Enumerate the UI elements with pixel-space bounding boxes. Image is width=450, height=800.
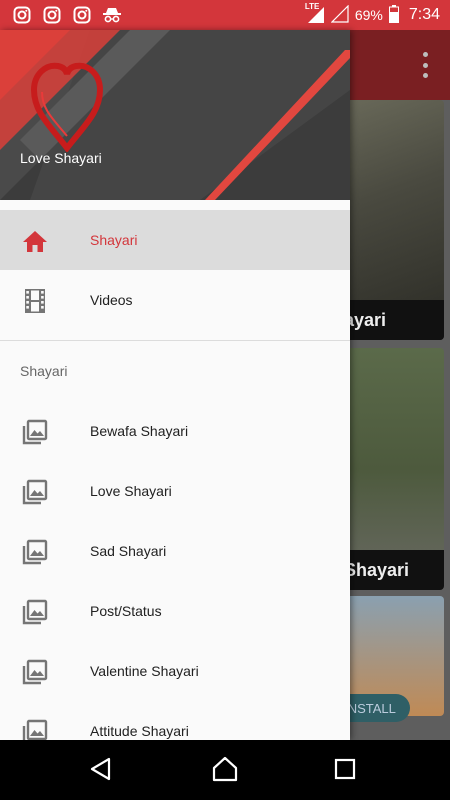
menu-item-sad-shayari[interactable]: Sad Shayari <box>0 521 350 581</box>
film-icon <box>22 288 48 314</box>
menu-item-videos[interactable]: Videos <box>0 270 350 330</box>
back-triangle-icon <box>89 757 113 786</box>
navigation-drawer[interactable]: Love Shayari Shayari Videos Shayari Bewa… <box>0 30 350 740</box>
back-button[interactable] <box>88 757 114 786</box>
menu-item-post-status[interactable]: Post/Status <box>0 581 350 641</box>
menu-item-label: Bewafa Shayari <box>90 423 189 439</box>
system-navigation-bar <box>0 740 450 800</box>
menu-item-bewafa-shayari[interactable]: Bewafa Shayari <box>0 401 350 461</box>
menu-item-label: Sad Shayari <box>90 543 167 559</box>
app-title: Love Shayari <box>20 150 102 166</box>
instagram-icon <box>12 5 32 25</box>
image-library-icon <box>22 719 48 740</box>
image-library-icon <box>22 659 48 685</box>
notification-icons <box>12 5 122 25</box>
menu-item-love-shayari[interactable]: Love Shayari <box>0 461 350 521</box>
instagram-icon <box>42 5 62 25</box>
lte-signal-icon: LTE <box>305 2 325 24</box>
image-library-icon <box>22 599 48 625</box>
home-button[interactable] <box>212 756 238 787</box>
heart-logo-icon <box>30 56 104 157</box>
status-bar: LTE 69% 7:34 <box>0 0 450 30</box>
instagram-icon <box>72 5 92 25</box>
system-status: LTE 69% 7:34 <box>305 2 440 26</box>
menu-item-label: Love Shayari <box>90 483 172 499</box>
menu-item-label: Videos <box>90 292 133 308</box>
menu-item-label: Attitude Shayari <box>90 723 189 739</box>
drawer-header: Love Shayari <box>0 30 350 200</box>
recents-square-icon <box>334 758 356 785</box>
battery-icon <box>388 4 399 26</box>
image-library-icon <box>22 419 48 445</box>
home-icon <box>22 228 48 254</box>
menu-item-label: Shayari <box>90 232 138 248</box>
recents-button[interactable] <box>332 758 358 784</box>
clock: 7:34 <box>408 6 440 23</box>
section-title: Shayari <box>20 363 68 379</box>
home-outline-icon <box>212 756 238 787</box>
menu-item-label: Post/Status <box>90 603 162 619</box>
drawer-menu: Shayari Videos Shayari Bewafa Shayari Lo… <box>0 210 350 740</box>
no-signal-icon <box>330 4 349 26</box>
battery-level: 69% <box>354 7 383 23</box>
menu-item-valentine-shayari[interactable]: Valentine Shayari <box>0 641 350 701</box>
menu-item-shayari[interactable]: Shayari <box>0 210 350 270</box>
network-type: LTE <box>304 2 320 11</box>
image-library-icon <box>22 539 48 565</box>
menu-item-attitude-shayari[interactable]: Attitude Shayari <box>0 701 350 740</box>
overflow-menu-icon[interactable] <box>422 52 428 78</box>
image-library-icon <box>22 479 48 505</box>
menu-item-label: Valentine Shayari <box>90 663 199 679</box>
incognito-icon <box>102 5 122 25</box>
